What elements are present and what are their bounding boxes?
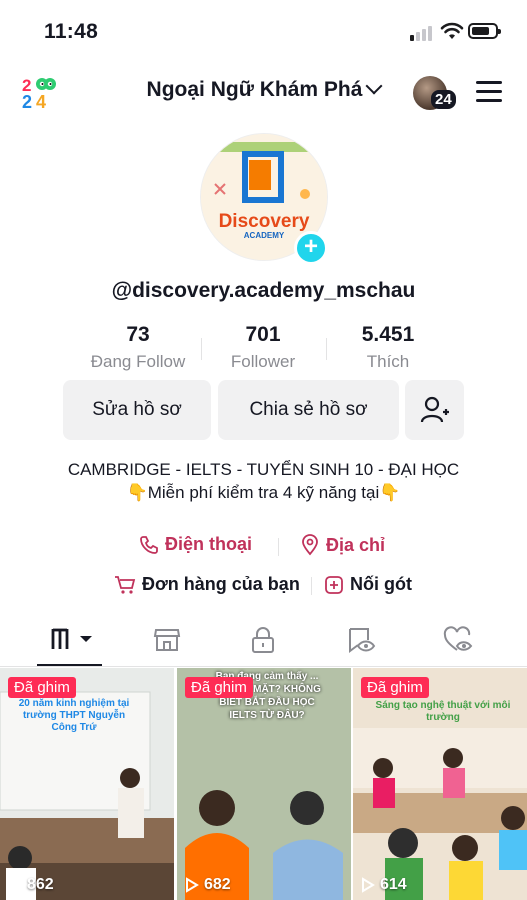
add-friend-icon [420,396,449,423]
status-time: 11:48 [44,20,99,43]
profile-handle: @discovery.academy_mschau [111,279,416,302]
pinned-badge: Đã ghim [8,677,76,698]
tab-divider [0,666,527,667]
pinned-badge: Đã ghim [361,677,429,698]
edit-profile-button[interactable]: Sửa hồ sơ [63,380,211,440]
cellular-signal-icon [410,25,434,41]
chevron-down-icon [365,77,383,95]
add-friend-button[interactable] [405,380,464,440]
tab-shop[interactable] [153,626,181,656]
share-profile-button[interactable]: Chia sẻ hồ sơ [218,380,399,440]
lock-icon [252,627,274,653]
video-grid-icon [51,628,92,649]
tab-private[interactable] [250,626,276,656]
add-square-icon [325,575,343,594]
bio-line: CAMBRIDGE - IELTS - TUYỂN SINH 10 - ĐẠI … [67,460,460,479]
likes-label: Thích [366,352,410,371]
battery-icon [468,23,501,39]
video-thumbnail[interactable]: Sáng tạo nghệ thuật với môi trường Đã gh… [353,668,527,900]
video-caption: 20 năm kinh nghiệm tại trường THPT Nguyễ… [18,698,130,733]
wifi-icon [440,22,464,39]
pinned-badge: Đã ghim [185,677,253,698]
video-thumbnail[interactable]: Bạn đang cảm thấy ... CHÓNG MẶT? KHÔNG B… [177,668,351,900]
play-icon [186,877,199,893]
likes-count: 5.451 [361,323,415,346]
view-count: 862 [8,876,54,894]
likes-stat[interactable]: 5.451 Thích [308,323,468,372]
play-icon [362,877,375,893]
account-name: Ngoại Ngữ Khám Phá [146,78,363,101]
add-avatar-plus-icon[interactable]: + [294,231,328,265]
video-thumbnail[interactable]: 20 năm kinh nghiệm tại trường THPT Nguyễ… [0,668,174,900]
shopping-cart-icon [115,575,136,594]
svg-text:ACADEMY: ACADEMY [244,231,285,240]
bio-line: 👇Miễn phí kiểm tra 4 kỹ năng tại👇 [126,483,401,502]
view-count: 682 [185,876,231,894]
shop-icon [153,629,181,651]
connect-link[interactable]: Nối gót [324,574,412,595]
phone-link[interactable]: Điện thoại [139,534,252,555]
view-count: 614 [361,876,407,894]
location-pin-icon [302,534,318,556]
notification-count-badge: 24 [431,90,456,109]
orders-link[interactable]: Đơn hàng của bạn [114,574,300,595]
address-link[interactable]: Địa chỉ [300,534,385,556]
tab-reposts[interactable] [346,626,376,656]
video-caption: Sáng tạo nghệ thuật với môi trường [375,700,511,723]
profile-bio: CAMBRIDGE - IELTS - TUYỂN SINH 10 - ĐẠI … [60,458,467,504]
phone-icon [140,535,158,554]
svg-text:Discovery: Discovery [219,211,310,232]
repost-eye-icon [349,628,376,653]
link-divider [311,577,312,595]
tab-liked[interactable] [443,626,473,656]
link-divider [278,538,279,556]
liked-heart-eye-icon [443,626,473,651]
play-icon [9,877,22,893]
hamburger-menu-icon[interactable] [476,81,502,103]
tab-videos[interactable] [50,626,94,656]
